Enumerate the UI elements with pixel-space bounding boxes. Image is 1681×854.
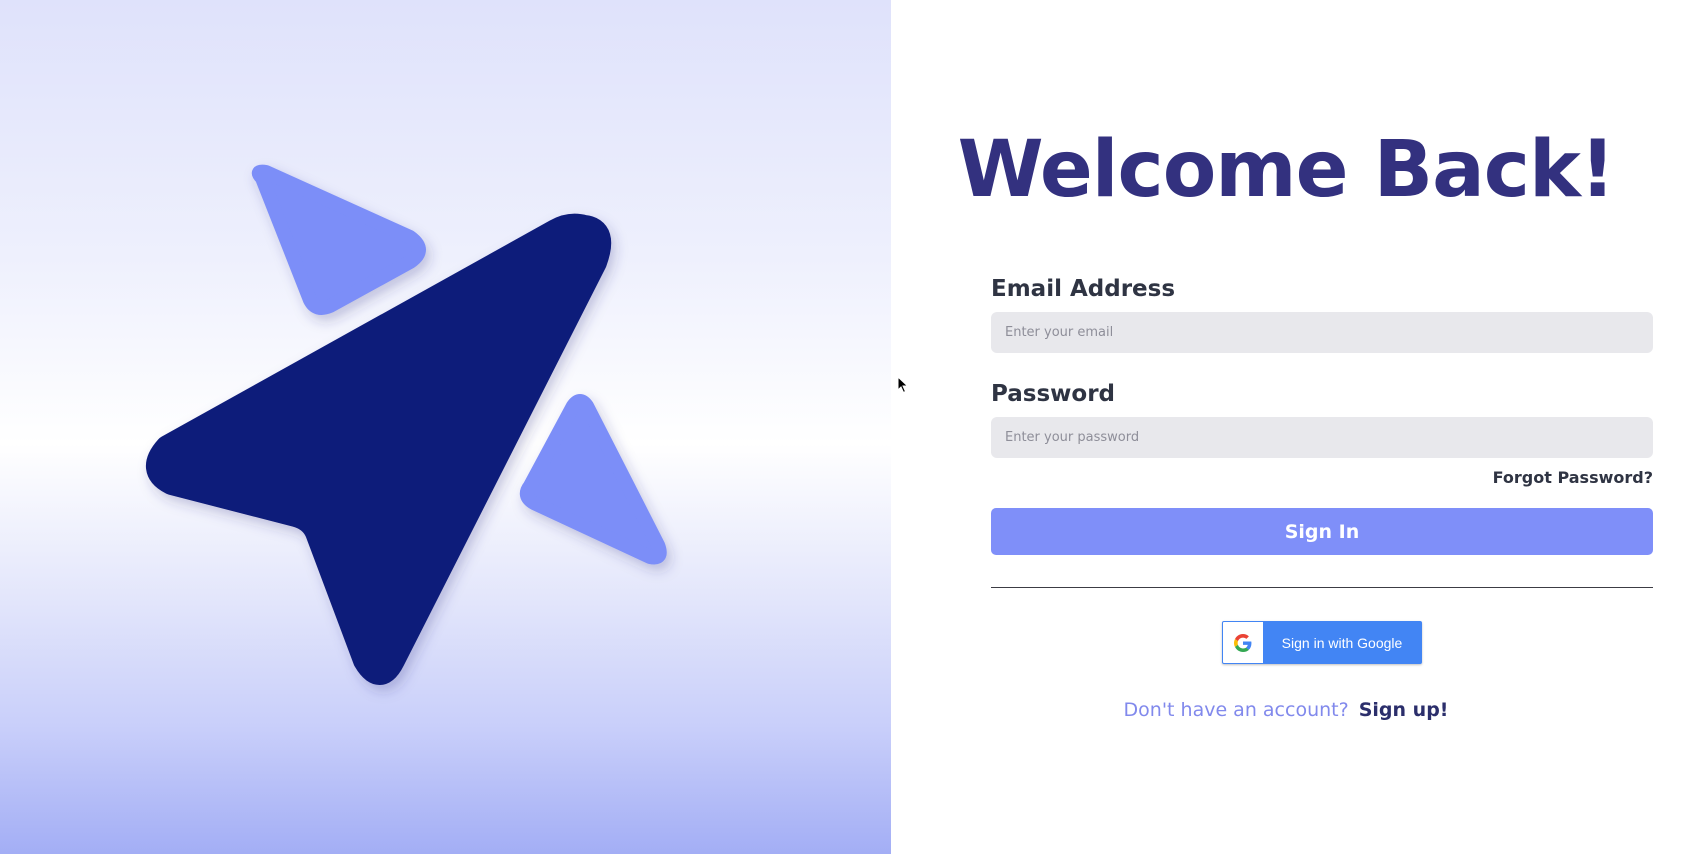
logo-small-triangle-top [251, 164, 426, 315]
signup-row: Don't have an account? Sign up! [891, 699, 1681, 721]
sign-in-button[interactable]: Sign In [991, 508, 1653, 555]
mouse-pointer-icon [897, 376, 909, 394]
google-icon [1223, 622, 1263, 663]
hero-panel [0, 0, 891, 854]
signup-prompt: Don't have an account? [1123, 699, 1349, 721]
page-title: Welcome Back! [957, 125, 1616, 215]
google-sign-in-label: Sign in with Google [1281, 634, 1403, 651]
email-label: Email Address [991, 276, 1176, 302]
login-page: Welcome Back! Email Address Password For… [0, 0, 1681, 854]
app-logo-icon [146, 164, 667, 685]
email-input[interactable] [991, 312, 1653, 353]
logo-main-arrow [146, 213, 612, 685]
google-sign-in-button[interactable]: Sign in with Google [1222, 621, 1422, 664]
logo-small-triangle-right [519, 394, 667, 565]
divider [991, 587, 1653, 588]
password-label: Password [991, 381, 1115, 407]
signup-link[interactable]: Sign up! [1359, 699, 1449, 721]
login-form-panel: Welcome Back! Email Address Password For… [891, 0, 1681, 854]
forgot-password-link[interactable]: Forgot Password? [1493, 468, 1653, 487]
password-input[interactable] [991, 417, 1653, 458]
